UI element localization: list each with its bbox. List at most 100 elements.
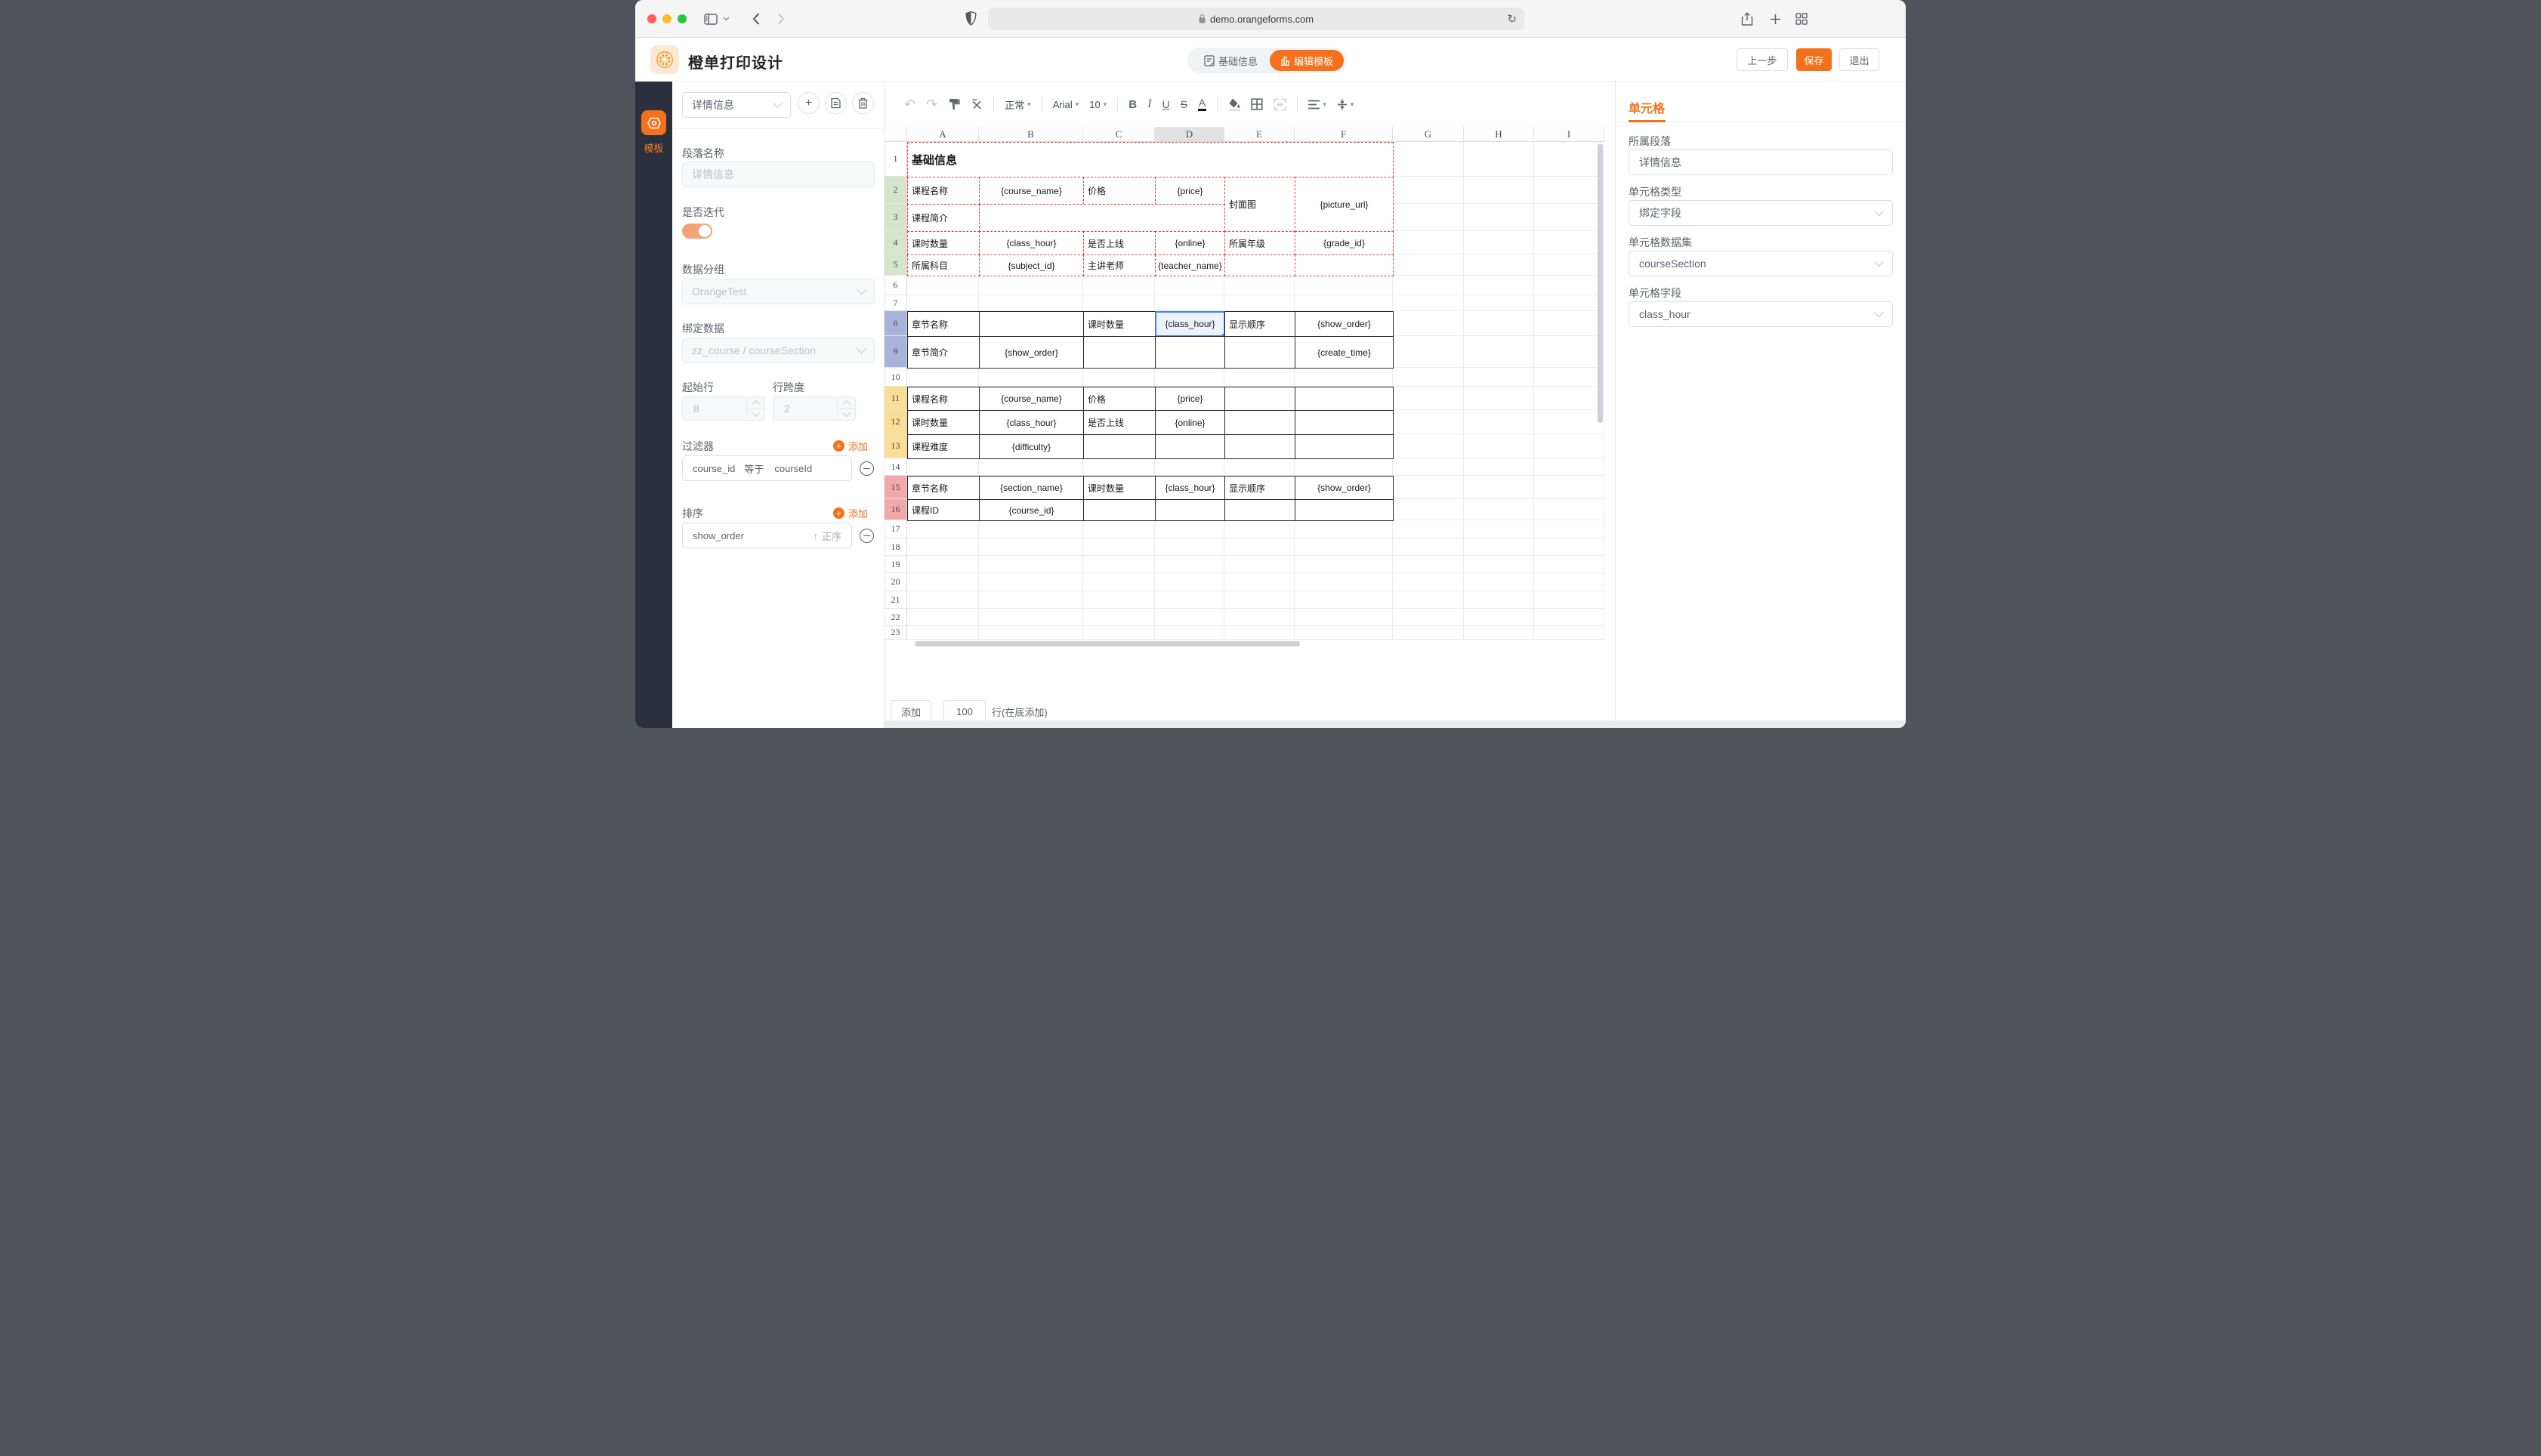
sheet-cell[interactable]	[979, 573, 1083, 591]
sheet-cell[interactable]	[1224, 626, 1295, 640]
sheet-cell[interactable]	[1464, 410, 1534, 434]
sheet-cell[interactable]	[1393, 142, 1464, 177]
sheet-cell-F5[interactable]	[1295, 254, 1394, 276]
sheet-cell[interactable]	[1155, 538, 1224, 556]
zoom-window-button[interactable]	[678, 14, 687, 23]
row-header[interactable]: 17	[885, 520, 907, 538]
italic-icon[interactable]: I	[1147, 97, 1151, 111]
sheet-cell-A13[interactable]: 课程难度	[907, 434, 980, 459]
column-header[interactable]: G	[1393, 127, 1464, 142]
row-header[interactable]: 5	[885, 254, 907, 276]
sheet-cell-B13[interactable]: {difficulty}	[979, 434, 1084, 459]
sheet-cell[interactable]	[979, 368, 1083, 387]
exit-button[interactable]: 退出	[1839, 48, 1879, 71]
sheet-cell[interactable]	[979, 626, 1083, 640]
sheet-cell[interactable]	[1464, 573, 1534, 591]
sheet-cell[interactable]	[1393, 204, 1464, 231]
strikethrough-icon[interactable]: S	[1181, 98, 1187, 110]
sheet-cell-F16[interactable]	[1295, 499, 1394, 521]
sheet-cell[interactable]	[1393, 295, 1464, 311]
sheet-cell-B11[interactable]: {course_name}	[979, 387, 1084, 411]
tab-edit-template[interactable]: 编辑模板	[1270, 50, 1344, 71]
save-button[interactable]: 保存	[1796, 48, 1832, 71]
data-group-select[interactable]: OrangeTest	[682, 279, 875, 304]
column-header[interactable]: C	[1083, 127, 1155, 142]
sheet-cell[interactable]	[1295, 538, 1393, 556]
sheet-cell[interactable]	[907, 276, 979, 295]
row-header[interactable]: 18	[885, 538, 907, 556]
sheet-cell[interactable]	[1464, 499, 1534, 520]
sheet-cell[interactable]	[1464, 520, 1534, 538]
new-tab-icon[interactable]	[1766, 10, 1784, 28]
underline-icon[interactable]: U	[1162, 98, 1169, 110]
sheet-cell-E13[interactable]	[1224, 434, 1295, 459]
sheet-cell[interactable]	[1393, 520, 1464, 538]
sheet-cell-E12[interactable]	[1224, 410, 1295, 435]
sheet-cell[interactable]	[1393, 177, 1464, 204]
sheet-cell[interactable]	[1083, 609, 1155, 626]
sheet-cell-B2[interactable]: {course_name}	[979, 177, 1084, 205]
borders-icon[interactable]	[1251, 98, 1263, 110]
sheet-cell-C9[interactable]	[1083, 336, 1156, 369]
cell-paragraph-input[interactable]: 详情信息	[1629, 150, 1893, 175]
sheet-cell[interactable]	[1155, 276, 1224, 295]
sheet-cell[interactable]	[1393, 499, 1464, 520]
iterate-toggle[interactable]	[682, 224, 712, 239]
sheet-cell[interactable]	[1224, 591, 1295, 609]
sheet-cell[interactable]	[1083, 368, 1155, 387]
filter-item[interactable]: course_id 等于 courseId	[682, 455, 852, 481]
sheet-cell[interactable]	[979, 295, 1083, 311]
sheet-cell[interactable]	[1464, 254, 1534, 276]
sheet-cell[interactable]	[1464, 476, 1534, 499]
sheet-cell-D13[interactable]	[1155, 434, 1225, 459]
section-select[interactable]: 详情信息	[682, 92, 791, 118]
font-family-dropdown[interactable]: Arial▾	[1053, 99, 1079, 110]
horizontal-align-dropdown[interactable]: ▾	[1308, 100, 1326, 110]
sheet-cell-A2[interactable]: 课程名称	[907, 177, 980, 205]
sheet-cell[interactable]	[1393, 368, 1464, 387]
paint-format-icon[interactable]	[948, 98, 960, 110]
sidebar-chevron-down-icon[interactable]	[721, 10, 731, 28]
sheet-cell[interactable]	[1464, 556, 1534, 573]
forward-button[interactable]	[772, 10, 790, 28]
row-count-input[interactable]	[943, 700, 986, 723]
sheet-cell-F4[interactable]: {grade_id}	[1295, 231, 1394, 255]
template-nav-button[interactable]	[641, 110, 666, 135]
sheet-cell[interactable]	[1534, 458, 1604, 476]
row-header[interactable]: 9	[885, 336, 907, 368]
sheet-cell[interactable]	[1295, 368, 1393, 387]
sheet-cell-B4[interactable]: {class_hour}	[979, 231, 1084, 255]
sheet-cell-D12[interactable]: {online}	[1155, 410, 1225, 435]
remove-sort-button[interactable]	[860, 529, 874, 543]
sheet-cell[interactable]	[907, 295, 979, 311]
sidebar-toggle-icon[interactable]	[702, 10, 720, 28]
sheet-cell-F11[interactable]	[1295, 387, 1394, 411]
sheet-cell-A16[interactable]: 课程ID	[907, 499, 980, 521]
sheet-cell[interactable]	[1393, 336, 1464, 368]
sheet-cell[interactable]	[979, 538, 1083, 556]
back-button[interactable]	[747, 10, 765, 28]
row-header[interactable]: 14	[885, 458, 907, 476]
tab-basic-info[interactable]: 基础信息	[1198, 54, 1264, 68]
sheet-cell[interactable]	[1393, 538, 1464, 556]
close-window-button[interactable]	[647, 14, 656, 23]
sheet-cell[interactable]	[1534, 538, 1604, 556]
sheet-cell[interactable]	[1534, 591, 1604, 609]
row-header[interactable]: 10	[885, 368, 907, 387]
sheet-cell-C15[interactable]: 课时数量	[1083, 476, 1156, 500]
column-header[interactable]: E	[1224, 127, 1295, 142]
sheet-cell[interactable]	[979, 591, 1083, 609]
vertical-align-dropdown[interactable]: ▾	[1337, 99, 1354, 110]
fill-color-icon[interactable]	[1228, 98, 1240, 111]
row-header[interactable]: 8	[885, 311, 907, 336]
sheet-cell[interactable]	[1534, 410, 1604, 434]
row-header[interactable]: 7	[885, 295, 907, 311]
minimize-window-button[interactable]	[662, 14, 672, 23]
sheet-cell-D5[interactable]: {teacher_name}	[1155, 254, 1225, 276]
sheet-cell[interactable]	[1155, 573, 1224, 591]
sheet-cell-A15[interactable]: 章节名称	[907, 476, 980, 500]
sheet-cell-E2[interactable]: 封面图	[1224, 177, 1295, 232]
sheet-cell-C5[interactable]: 主讲老师	[1083, 254, 1156, 276]
sheet-cell-F8[interactable]: {show_order}	[1295, 311, 1394, 337]
sheet-cell[interactable]	[1534, 231, 1604, 254]
